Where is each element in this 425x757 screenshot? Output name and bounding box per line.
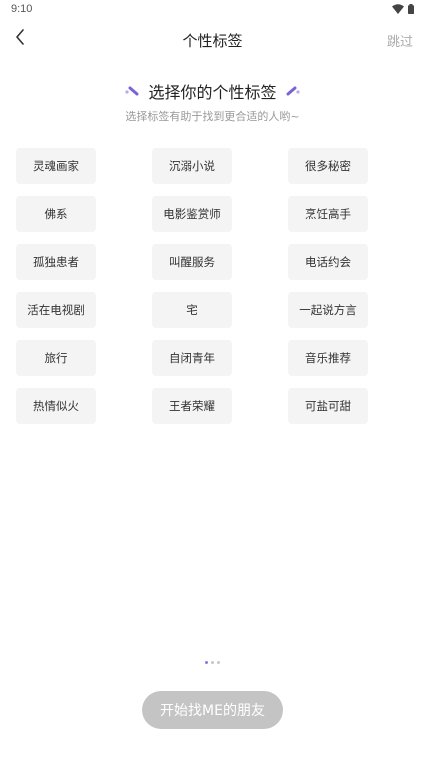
tag-item[interactable]: 灵魂画家 [16, 148, 96, 184]
nav-bar: 个性标签 跳过 [0, 22, 425, 56]
tag-item[interactable]: 可盐可甜 [288, 388, 368, 424]
tag-item[interactable]: 热情似火 [16, 388, 96, 424]
battery-icon [408, 4, 414, 14]
tag-item[interactable]: 音乐推荐 [288, 340, 368, 376]
page-indicator [0, 661, 425, 664]
page-dot [205, 661, 208, 664]
tag-item[interactable]: 烹饪高手 [288, 196, 368, 232]
tag-item[interactable]: 一起说方言 [288, 292, 368, 328]
tag-item[interactable]: 自闭青年 [152, 340, 232, 376]
tag-item[interactable]: 叫醒服务 [152, 244, 232, 280]
tag-item[interactable]: 沉溺小说 [152, 148, 232, 184]
status-icons [392, 4, 414, 14]
tag-item[interactable]: 电话约会 [288, 244, 368, 280]
tag-item[interactable]: 佛系 [16, 196, 96, 232]
sparkle-icon [285, 85, 301, 97]
status-time: 9:10 [11, 3, 33, 15]
tag-item[interactable]: 很多秘密 [288, 148, 368, 184]
page-dot [211, 661, 214, 664]
heading: 选择你的个性标签 [0, 79, 425, 103]
tag-item[interactable]: 宅 [152, 292, 232, 328]
sparkle-icon [124, 85, 140, 97]
wifi-icon [392, 4, 404, 14]
start-button[interactable]: 开始找ME的朋友 [142, 691, 283, 729]
page-dot [217, 661, 220, 664]
tag-item[interactable]: 王者荣耀 [152, 388, 232, 424]
status-bar: 9:10 [0, 0, 425, 20]
skip-button[interactable]: 跳过 [387, 31, 413, 50]
tag-item[interactable]: 活在电视剧 [16, 292, 96, 328]
tag-item[interactable]: 孤独患者 [16, 244, 96, 280]
tag-item[interactable]: 电影鉴赏师 [152, 196, 232, 232]
tag-item[interactable]: 旅行 [16, 340, 96, 376]
heading-subtitle: 选择标签有助于找到更合适的人哟~ [125, 110, 300, 123]
page-title: 个性标签 [182, 32, 243, 50]
tag-grid: 灵魂画家 沉溺小说 很多秘密 佛系 电影鉴赏师 烹饪高手 孤独患者 叫醒服务 电… [16, 148, 368, 424]
heading-title: 选择你的个性标签 [148, 83, 277, 102]
